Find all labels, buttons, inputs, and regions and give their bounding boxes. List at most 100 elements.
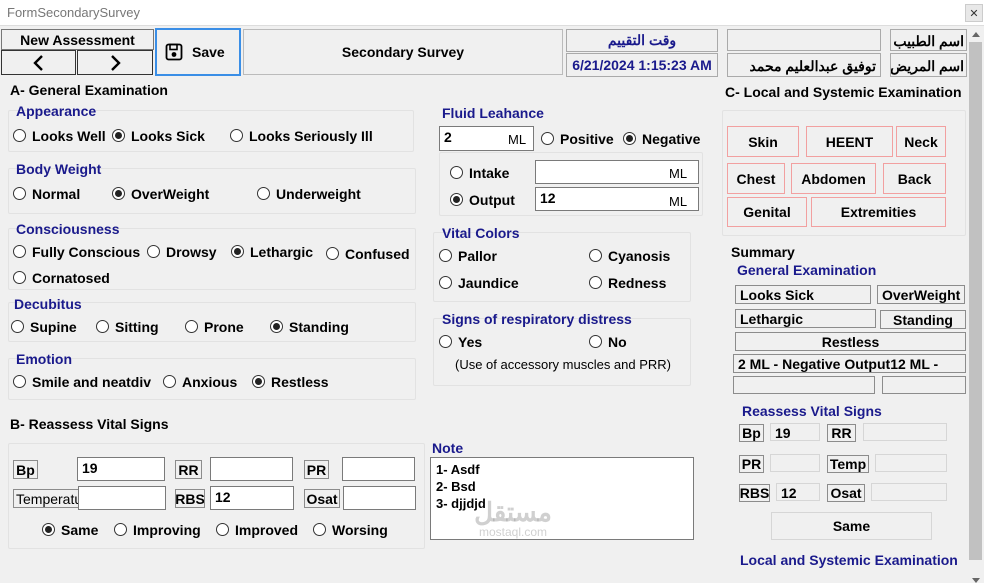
- bp-value: 19: [82, 460, 98, 476]
- radio-jaundice[interactable]: [439, 276, 452, 289]
- option-improved: Improved: [235, 522, 299, 538]
- note-line: 2- Bsd: [436, 479, 476, 494]
- radio-looks-sick[interactable]: [112, 129, 125, 142]
- radio-lethargic[interactable]: [231, 245, 244, 258]
- chevron-right-icon: [111, 54, 121, 71]
- osat-input[interactable]: [343, 486, 416, 510]
- summary-emotion: Restless: [735, 332, 966, 351]
- radio-resp-yes[interactable]: [439, 335, 452, 348]
- summary-decubitus: Standing: [880, 310, 966, 329]
- option-sitting: Sitting: [115, 319, 159, 335]
- watermark-sub: mostaql.com: [478, 525, 548, 539]
- scroll-up-arrow-icon[interactable]: [972, 32, 980, 37]
- radio-confused[interactable]: [326, 247, 339, 260]
- option-improving: Improving: [133, 522, 201, 538]
- option-restless: Restless: [271, 374, 329, 390]
- fluid-label: Fluid Leahance: [442, 105, 544, 121]
- fluid-amount-value: 2: [444, 129, 452, 145]
- radio-cornatosed[interactable]: [13, 271, 26, 284]
- option-fully-conscious: Fully Conscious: [32, 244, 141, 260]
- radio-supine[interactable]: [11, 320, 24, 333]
- option-cyanosis: Cyanosis: [608, 248, 671, 264]
- chest-button[interactable]: Chest: [727, 163, 785, 194]
- summary-weight: OverWeight: [877, 285, 965, 304]
- rr-input[interactable]: [210, 457, 293, 481]
- fluid-unit: ML: [508, 132, 527, 147]
- summary-pr-label: PR: [739, 455, 764, 473]
- option-negative: Negative: [642, 131, 701, 147]
- vital-colors-label: Vital Colors: [442, 225, 520, 241]
- doctor-label: اسم الطبيب :: [890, 29, 967, 51]
- summary-local-title: Local and Systemic Examination: [740, 552, 958, 568]
- radio-redness[interactable]: [589, 276, 602, 289]
- summary-title: Summary: [731, 244, 795, 260]
- extremities-button[interactable]: Extremities: [811, 197, 946, 227]
- temp-input[interactable]: [78, 486, 166, 510]
- rbs-label: RBS: [175, 489, 205, 508]
- doctor-name-field[interactable]: [727, 29, 881, 51]
- note-label: Note: [432, 440, 464, 456]
- radio-anxious[interactable]: [163, 375, 176, 388]
- back-button[interactable]: Back: [883, 163, 946, 194]
- scroll-down-arrow-icon[interactable]: [972, 578, 980, 583]
- radio-improved[interactable]: [216, 523, 229, 536]
- option-drowsy: Drowsy: [166, 244, 217, 260]
- vertical-scrollbar[interactable]: [967, 26, 984, 583]
- save-button[interactable]: Save: [155, 28, 241, 76]
- radio-drowsy[interactable]: [147, 245, 160, 258]
- radio-same[interactable]: [42, 523, 55, 536]
- radio-fully-conscious[interactable]: [13, 245, 26, 258]
- radio-resp-no[interactable]: [589, 335, 602, 348]
- patient-name-field[interactable]: توفيق عبدالعليم محمد: [727, 53, 881, 77]
- radio-looks-well[interactable]: [13, 129, 26, 142]
- summary-trend: Same: [771, 512, 932, 540]
- skin-button[interactable]: Skin: [727, 126, 799, 157]
- osat-label: Osat: [304, 489, 340, 508]
- summary-appearance: Looks Sick: [735, 285, 871, 304]
- save-icon: [165, 43, 183, 61]
- title-bar: FormSecondarySurvey ✕: [0, 0, 984, 26]
- resp-note: (Use of accessory muscles and PRR): [455, 357, 672, 372]
- radio-standing[interactable]: [270, 320, 283, 333]
- neck-button[interactable]: Neck: [896, 126, 946, 157]
- radio-positive[interactable]: [541, 132, 554, 145]
- radio-improving[interactable]: [114, 523, 127, 536]
- radio-looks-seriously-ill[interactable]: [230, 129, 243, 142]
- window-title: FormSecondarySurvey: [7, 5, 140, 20]
- radio-smile[interactable]: [13, 375, 26, 388]
- pr-label: PR: [304, 460, 329, 479]
- pr-input[interactable]: [342, 457, 415, 481]
- next-button[interactable]: [77, 50, 153, 75]
- general-examination-title: A- General Examination: [10, 82, 168, 98]
- radio-intake[interactable]: [450, 166, 463, 179]
- scroll-thumb[interactable]: [969, 42, 982, 560]
- output-value: 12: [540, 190, 556, 206]
- radio-sitting[interactable]: [96, 320, 109, 333]
- radio-output[interactable]: [450, 193, 463, 206]
- new-assessment-label: New Assessment: [1, 29, 154, 50]
- radio-prone[interactable]: [185, 320, 198, 333]
- genital-button[interactable]: Genital: [727, 197, 807, 227]
- radio-cyanosis[interactable]: [589, 249, 602, 262]
- rbs-input[interactable]: 12: [210, 486, 294, 510]
- radio-worsing[interactable]: [313, 523, 326, 536]
- local-exam-title: C- Local and Systemic Examination: [725, 84, 962, 100]
- summary-extra-2: [882, 376, 966, 394]
- radio-overweight[interactable]: [112, 187, 125, 200]
- abdomen-button[interactable]: Abdomen: [791, 163, 876, 194]
- radio-restless[interactable]: [252, 375, 265, 388]
- option-lethargic: Lethargic: [250, 244, 314, 260]
- summary-rbs-value: 12: [776, 483, 820, 501]
- resp-distress-group: [433, 318, 691, 386]
- prev-button[interactable]: [1, 50, 76, 75]
- radio-pallor[interactable]: [439, 249, 452, 262]
- bp-input[interactable]: 19: [77, 457, 165, 481]
- heent-button[interactable]: HEENT: [806, 126, 893, 157]
- summary-osat-label: Osat: [827, 484, 865, 502]
- radio-underweight[interactable]: [257, 187, 270, 200]
- summary-bp-label: Bp: [739, 424, 764, 442]
- radio-normal[interactable]: [13, 187, 26, 200]
- radio-negative[interactable]: [623, 132, 636, 145]
- option-confused: Confused: [345, 246, 410, 262]
- close-window-button[interactable]: ✕: [965, 4, 983, 22]
